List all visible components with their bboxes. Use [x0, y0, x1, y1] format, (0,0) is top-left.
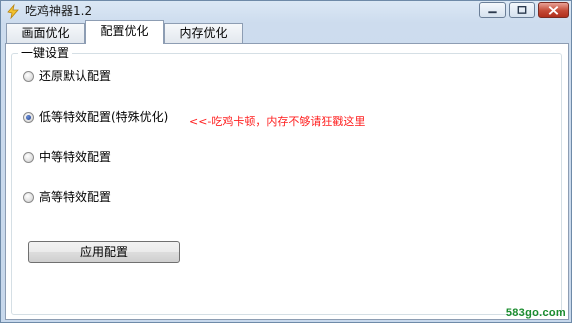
tab-graphics-optimization[interactable]: 画面优化 — [6, 23, 85, 43]
radio-label: 还原默认配置 — [39, 69, 112, 83]
maximize-button[interactable] — [509, 2, 535, 18]
tab-memory-optimization[interactable]: 内存优化 — [164, 23, 243, 43]
close-icon — [548, 6, 559, 15]
radio-button-checked[interactable] — [23, 111, 34, 123]
app-window: 吃鸡神器1.2 画面优化 配置优化 内存优化 一键设置 还原默认配置 低等特效配… — [0, 0, 572, 323]
radio-button[interactable] — [23, 70, 34, 82]
minimize-button[interactable] — [479, 2, 506, 18]
tab-panel: 一键设置 还原默认配置 低等特效配置(特殊优化) <<-吃鸡卡顿，内存不够请狂戳… — [5, 43, 569, 320]
watermark: 583go.com — [505, 307, 566, 319]
radio-label: 中等特效配置 — [39, 150, 112, 164]
group-legend: 一键设置 — [18, 45, 73, 61]
radio-button[interactable] — [23, 191, 34, 203]
apply-config-button[interactable]: 应用配置 — [28, 241, 180, 263]
radio-low-effects[interactable]: 低等特效配置(特殊优化) — [23, 109, 168, 125]
minimize-icon — [488, 11, 497, 14]
window-title: 吃鸡神器1.2 — [25, 4, 93, 18]
radio-high-effects[interactable]: 高等特效配置 — [23, 189, 111, 205]
close-button[interactable] — [538, 2, 569, 18]
hint-text: <<-吃鸡卡顿，内存不够请狂戳这里 — [189, 115, 366, 128]
radio-medium-effects[interactable]: 中等特效配置 — [23, 149, 111, 165]
title-bar[interactable]: 吃鸡神器1.2 — [1, 1, 571, 21]
radio-label: 高等特效配置 — [39, 190, 112, 204]
radio-button[interactable] — [23, 151, 34, 163]
tab-config-optimization[interactable]: 配置优化 — [85, 20, 164, 44]
radio-label: 低等特效配置(特殊优化) — [39, 110, 169, 124]
one-click-settings-group: 一键设置 还原默认配置 低等特效配置(特殊优化) <<-吃鸡卡顿，内存不够请狂戳… — [11, 45, 562, 315]
lightning-app-icon — [7, 3, 19, 19]
radio-restore-default[interactable]: 还原默认配置 — [23, 68, 111, 84]
maximize-icon — [517, 6, 527, 14]
